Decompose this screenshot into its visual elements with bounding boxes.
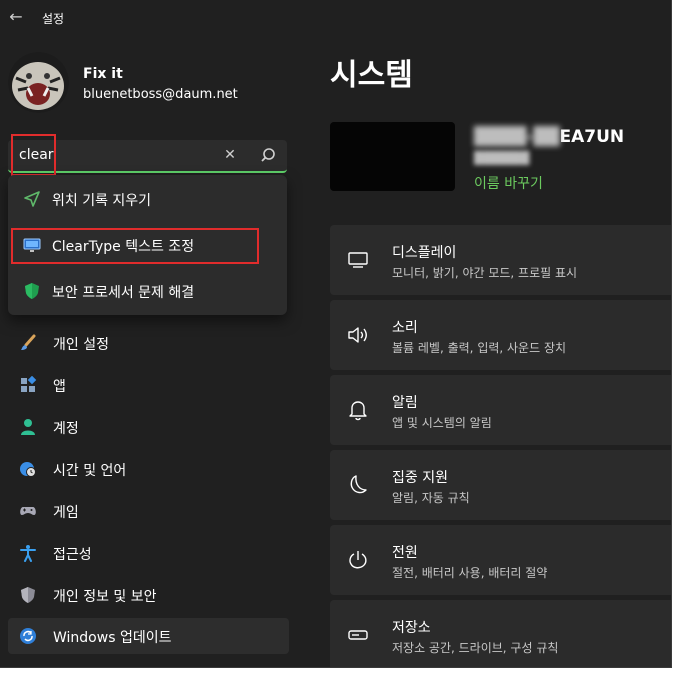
shield-icon <box>19 586 37 604</box>
rename-link[interactable]: 이름 바꾸기 <box>474 173 543 193</box>
sidebar-item-label: 계정 <box>53 421 79 437</box>
clear-search-icon[interactable]: ✕ <box>223 145 237 165</box>
card-description: 앱 및 시스템의 알림 <box>392 416 492 430</box>
card-title: 디스플레이 <box>392 245 457 261</box>
apps-icon <box>19 375 37 394</box>
search-result-label: 보안 프로세서 문제 해결 <box>52 285 195 301</box>
sidebar-item-accessibility[interactable]: 접근성 <box>8 535 289 571</box>
card-title: 전원 <box>392 545 418 561</box>
sidebar-item-label: 앱 <box>53 379 66 395</box>
device-image <box>330 122 455 191</box>
sidebar-item-personalization[interactable]: 개인 설정 <box>8 325 289 361</box>
sidebar-item-gaming[interactable]: 게임 <box>8 493 289 529</box>
title-bar: ← 설정 <box>0 0 671 36</box>
avatar[interactable] <box>8 52 69 113</box>
page-title: 시스템 <box>330 58 413 93</box>
settings-card-notifications[interactable]: 알림 앱 및 시스템의 알림 <box>330 375 671 445</box>
power-icon <box>347 549 369 571</box>
shield-icon <box>23 282 41 300</box>
device-model-redacted: ██████ <box>474 151 530 165</box>
sidebar-item-time-language[interactable]: 시간 및 언어 <box>8 451 289 487</box>
settings-card-focus-assist[interactable]: 집중 지원 알림, 자동 규칙 <box>330 450 671 520</box>
search-result-label: 위치 기록 지우기 <box>52 193 152 209</box>
search-icon[interactable] <box>259 146 277 166</box>
settings-card-sound[interactable]: 소리 볼륨 레벨, 출력, 입력, 사운드 장치 <box>330 300 671 370</box>
settings-card-storage[interactable]: 저장소 저장소 공간, 드라이브, 구성 규칙 <box>330 600 671 667</box>
bell-icon <box>347 399 369 421</box>
sync-icon <box>19 627 37 645</box>
globe-clock-icon <box>19 460 37 478</box>
sidebar-item-windows-update[interactable]: Windows 업데이트 <box>8 618 289 654</box>
search-result-item[interactable]: ClearType 텍스트 조정 <box>8 224 287 266</box>
speaker-icon <box>347 324 369 346</box>
card-description: 절전, 배터리 사용, 배터리 절약 <box>392 566 548 580</box>
settings-card-display[interactable]: 디스플레이 모니터, 밝기, 야간 모드, 프로필 표시 <box>330 225 671 295</box>
sidebar-item-label: 게임 <box>53 505 79 521</box>
sidebar-item-label: 개인 정보 및 보안 <box>53 589 157 605</box>
monitor-icon <box>23 236 41 254</box>
person-icon <box>19 418 37 436</box>
card-title: 소리 <box>392 320 418 336</box>
card-description: 저장소 공간, 드라이브, 구성 규칙 <box>392 641 559 655</box>
card-description: 알림, 자동 규칙 <box>392 491 470 505</box>
search-result-item[interactable]: 보안 프로세서 문제 해결 <box>8 270 287 312</box>
gamepad-icon <box>19 502 37 520</box>
sidebar-item-label: Windows 업데이트 <box>53 630 172 646</box>
card-description: 볼륨 레벨, 출력, 입력, 사운드 장치 <box>392 341 567 355</box>
search-results-dropdown: 위치 기록 지우기 ClearType 텍스트 조정 보안 프로세서 문제 해결 <box>8 175 287 315</box>
accessibility-icon <box>19 544 37 562</box>
sidebar-item-privacy[interactable]: 개인 정보 및 보안 <box>8 577 289 613</box>
back-arrow-icon[interactable]: ← <box>8 7 24 27</box>
settings-window: ← 설정 Fix it bluenetboss@daum.net clear ✕ <box>0 0 672 668</box>
location-arrow-icon <box>23 190 41 208</box>
search-box[interactable]: clear ✕ <box>8 140 287 173</box>
device-name: ████-██EA7UN <box>474 127 625 147</box>
user-name: Fix it <box>83 66 123 82</box>
card-title: 알림 <box>392 395 418 411</box>
search-input[interactable]: clear <box>19 147 54 163</box>
search-result-label: ClearType 텍스트 조정 <box>52 239 195 255</box>
sidebar-item-apps[interactable]: 앱 <box>8 367 289 403</box>
moon-icon <box>347 474 369 496</box>
card-title: 집중 지원 <box>392 470 448 486</box>
app-title: 설정 <box>42 12 65 26</box>
card-description: 모니터, 밝기, 야간 모드, 프로필 표시 <box>392 266 578 280</box>
settings-card-power[interactable]: 전원 절전, 배터리 사용, 배터리 절약 <box>330 525 671 595</box>
paintbrush-icon <box>19 334 37 352</box>
sidebar-item-label: 시간 및 언어 <box>53 463 127 479</box>
display-icon <box>347 249 369 271</box>
storage-icon <box>347 624 369 646</box>
card-title: 저장소 <box>392 620 431 636</box>
sidebar-item-label: 개인 설정 <box>53 337 109 353</box>
search-result-item[interactable]: 위치 기록 지우기 <box>8 178 287 220</box>
user-email: bluenetboss@daum.net <box>83 87 238 102</box>
sidebar-item-accounts[interactable]: 계정 <box>8 409 289 445</box>
sidebar-item-label: 접근성 <box>53 547 92 563</box>
